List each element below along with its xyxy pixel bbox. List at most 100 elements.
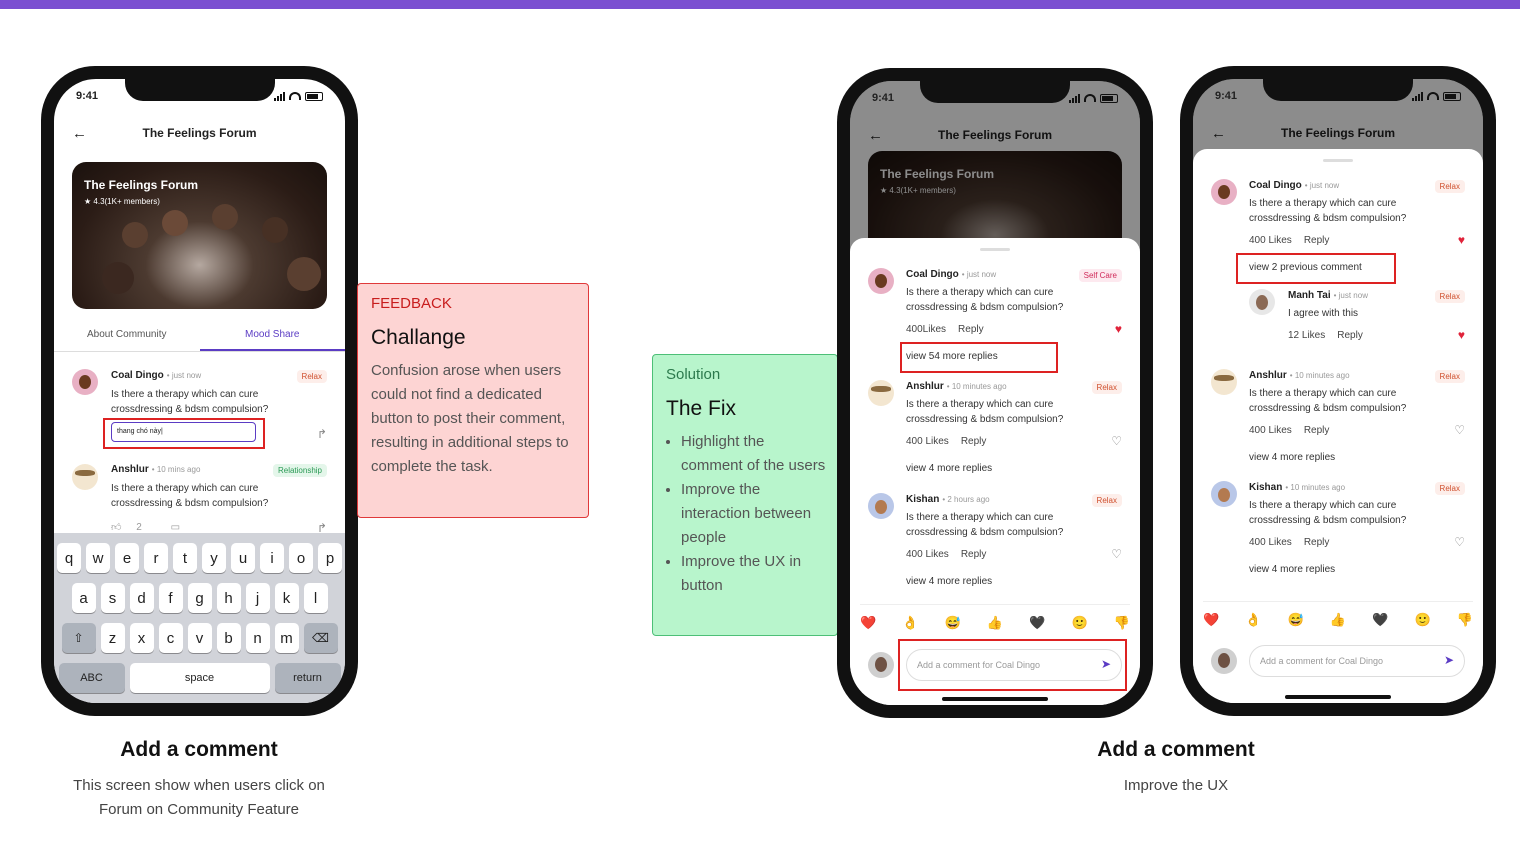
key[interactable]: x bbox=[129, 623, 154, 653]
share-icon[interactable]: ↱ bbox=[317, 427, 327, 441]
key[interactable]: h bbox=[216, 583, 241, 613]
heart-outline-icon[interactable]: ♡ bbox=[1111, 547, 1122, 561]
avatar[interactable] bbox=[1211, 481, 1237, 507]
heart-icon[interactable]: ♥ bbox=[1458, 233, 1465, 247]
comment-icon[interactable]: ▭ bbox=[171, 522, 180, 533]
comment-author: Coal Dingo bbox=[1249, 180, 1302, 191]
tab-mood-share[interactable]: Mood Share bbox=[199, 329, 345, 351]
emoji-sweat-smile-icon[interactable]: 😅 bbox=[1288, 612, 1304, 628]
key[interactable]: v bbox=[187, 623, 212, 653]
emoji-reaction-bar: ❤️ 👌 😅 👍 🖤 🙂 👎 bbox=[860, 604, 1130, 631]
heart-icon[interactable]: ♥ bbox=[1115, 322, 1122, 336]
comment-author: Anshlur bbox=[1249, 370, 1287, 381]
key[interactable]: r bbox=[144, 543, 168, 573]
like-icon[interactable]: 👍︎ bbox=[111, 522, 121, 533]
key[interactable]: t bbox=[173, 543, 197, 573]
key[interactable]: l bbox=[303, 583, 328, 613]
keyboard-row-1: qwertyuiop bbox=[54, 543, 345, 573]
heart-outline-icon[interactable]: ♡ bbox=[1454, 535, 1465, 549]
emoji-heart-icon[interactable]: ❤️ bbox=[860, 615, 876, 631]
comment-time: • just now bbox=[961, 270, 997, 279]
return-key[interactable]: return bbox=[274, 663, 341, 693]
key[interactable]: c bbox=[158, 623, 183, 653]
comment-time: • 10 minutes ago bbox=[1285, 483, 1346, 492]
reply-button[interactable]: Reply bbox=[961, 549, 987, 560]
keyboard: qwertyuiop asdfghjkl ⇧ zxcvbnm ⌫ ABC spa… bbox=[54, 533, 345, 703]
key[interactable]: k bbox=[274, 583, 299, 613]
caption-subtitle: This screen show when users click on Foru… bbox=[73, 777, 325, 818]
key[interactable]: q bbox=[57, 543, 81, 573]
reply-button[interactable]: Reply bbox=[1304, 425, 1330, 436]
heart-icon[interactable]: ♥ bbox=[1458, 328, 1465, 342]
avatar[interactable] bbox=[868, 380, 894, 406]
key[interactable]: a bbox=[71, 583, 96, 613]
avatar[interactable] bbox=[1211, 369, 1237, 395]
emoji-smile-icon[interactable]: 🙂 bbox=[1414, 612, 1430, 628]
key[interactable]: i bbox=[260, 543, 284, 573]
reply-button[interactable]: Reply bbox=[1304, 537, 1330, 548]
emoji-thumbs-up-icon[interactable]: 👍 bbox=[987, 615, 1003, 631]
comment-input[interactable]: Add a comment for Coal Dingo ➤ bbox=[1249, 645, 1465, 677]
comment-text: Is there a therapy which can cure crossdr… bbox=[906, 287, 1064, 313]
avatar[interactable] bbox=[72, 369, 98, 395]
key[interactable]: w bbox=[86, 543, 110, 573]
key[interactable]: d bbox=[129, 583, 154, 613]
emoji-thumbs-up-icon[interactable]: 👍 bbox=[1330, 612, 1346, 628]
mood-tag: Relax bbox=[1091, 381, 1122, 394]
key[interactable]: p bbox=[318, 543, 342, 573]
like-count: 400 Likes bbox=[1249, 235, 1292, 246]
key[interactable]: e bbox=[115, 543, 139, 573]
emoji-black-heart-icon[interactable]: 🖤 bbox=[1029, 615, 1045, 631]
key[interactable]: g bbox=[187, 583, 212, 613]
emoji-sweat-smile-icon[interactable]: 😅 bbox=[945, 615, 961, 631]
key[interactable]: j bbox=[245, 583, 270, 613]
avatar[interactable] bbox=[868, 268, 894, 294]
avatar[interactable] bbox=[1249, 289, 1275, 315]
key[interactable]: n bbox=[245, 623, 270, 653]
reply-button[interactable]: Reply bbox=[958, 324, 984, 335]
key[interactable]: s bbox=[100, 583, 125, 613]
key[interactable]: f bbox=[158, 583, 183, 613]
key[interactable]: o bbox=[289, 543, 313, 573]
signal-icon bbox=[1412, 91, 1423, 101]
reply-button[interactable]: Reply bbox=[961, 436, 987, 447]
comment-time: • just now bbox=[1304, 181, 1340, 190]
heart-outline-icon[interactable]: ♡ bbox=[1454, 423, 1465, 437]
view-more-replies-link[interactable]: view 4 more replies bbox=[1249, 452, 1335, 463]
view-more-replies-link[interactable]: view 4 more replies bbox=[906, 463, 992, 474]
avatar[interactable] bbox=[868, 493, 894, 519]
shift-key-icon[interactable]: ⇧ bbox=[61, 623, 96, 653]
avatar[interactable] bbox=[1211, 179, 1237, 205]
emoji-thumbs-down-icon[interactable]: 👎 bbox=[1457, 612, 1473, 628]
tab-about-community[interactable]: About Community bbox=[54, 329, 200, 351]
backspace-key-icon[interactable]: ⌫ bbox=[303, 623, 338, 653]
status-time: 9:41 bbox=[1215, 90, 1238, 102]
sheet-grabber[interactable] bbox=[980, 248, 1010, 251]
view-more-replies-link[interactable]: view 4 more replies bbox=[906, 576, 992, 587]
emoji-ok-icon[interactable]: 👌 bbox=[902, 615, 918, 631]
forum-hero-image[interactable]: The Feelings Forum ★ 4.3(1K+ members) bbox=[72, 162, 327, 309]
sheet-grabber[interactable] bbox=[1323, 159, 1353, 162]
avatar[interactable] bbox=[72, 464, 98, 490]
emoji-heart-icon[interactable]: ❤️ bbox=[1203, 612, 1219, 628]
battery-icon bbox=[305, 91, 323, 101]
key[interactable]: y bbox=[202, 543, 226, 573]
view-more-replies-link[interactable]: view 4 more replies bbox=[1249, 564, 1335, 575]
back-arrow-icon[interactable]: ← bbox=[72, 125, 87, 142]
send-icon[interactable]: ➤ bbox=[1444, 653, 1454, 667]
emoji-black-heart-icon[interactable]: 🖤 bbox=[1372, 612, 1388, 628]
emoji-ok-icon[interactable]: 👌 bbox=[1245, 612, 1261, 628]
reply-button[interactable]: Reply bbox=[1304, 235, 1330, 246]
abc-key[interactable]: ABC bbox=[58, 663, 125, 693]
tab-bar: About Community Mood Share bbox=[54, 329, 345, 352]
key[interactable]: u bbox=[231, 543, 255, 573]
key[interactable]: b bbox=[216, 623, 241, 653]
emoji-smile-icon[interactable]: 🙂 bbox=[1071, 615, 1087, 631]
reply-button[interactable]: Reply bbox=[1337, 330, 1363, 341]
emoji-thumbs-down-icon[interactable]: 👎 bbox=[1114, 615, 1130, 631]
solution-card: Solution The Fix Highlight the comment o… bbox=[652, 354, 838, 636]
space-key[interactable]: space bbox=[129, 663, 270, 693]
heart-outline-icon[interactable]: ♡ bbox=[1111, 434, 1122, 448]
key[interactable]: m bbox=[274, 623, 299, 653]
key[interactable]: z bbox=[100, 623, 125, 653]
